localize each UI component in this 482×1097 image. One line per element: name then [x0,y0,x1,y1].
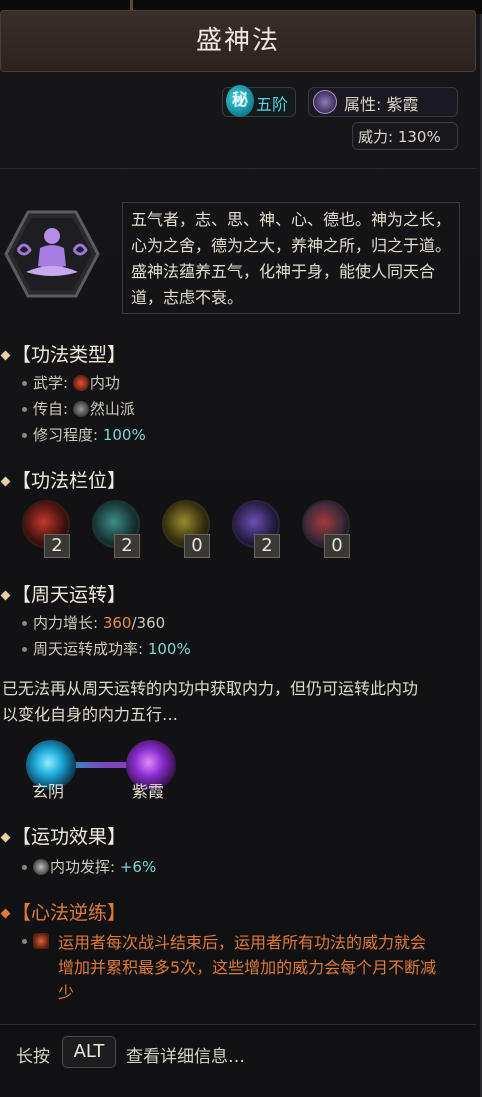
section-type-header: 【功法类型】 [0,340,126,367]
attribute-label: 属性: 紫霞 [344,95,419,114]
slot-gold[interactable]: 0 [162,500,212,558]
progress-row: 修习程度: 100% [22,424,146,445]
slot-mixed[interactable]: 0 [302,500,352,558]
reverse-bullet [22,932,50,950]
footer-suffix: 查看详细信息… [126,1047,245,1067]
power-label: 威力: 130% [358,128,441,146]
sect-mountain-icon [72,401,89,417]
divider [0,1024,476,1025]
reverse-training-icon [33,933,49,949]
footer-prefix: 长按 [16,1047,50,1067]
secret-tier-icon: 秘 [226,85,254,117]
diamond-icon [0,350,11,361]
slot-purple[interactable]: 2 [232,500,282,558]
tier-label: 五阶 [256,95,289,114]
growth-row: 内力增长: 360/360 [22,612,165,633]
diamond-icon [0,590,11,601]
section-effects-header: 【运功效果】 [0,822,126,849]
skill-title: 盛神法 [195,26,280,56]
slot-teal[interactable]: 2 [92,500,142,558]
reverse-description: 运用者每次战斗结束后，运用者所有功法的威力就会增加并累积最多5次，这些增加的威力… [58,933,437,1002]
purple-mist-icon [313,90,337,114]
divider [0,168,476,169]
circulation-notice: 已无法再从周天运转的内功中获取内力，但仍可运转此内功以变化自身的内力五行… [2,679,419,724]
inner-power-icon [33,859,49,875]
alt-key-hint: ALT [62,1036,116,1068]
meditation-skill-icon [4,210,100,298]
effect-row: 内功发挥: +6% [22,856,156,877]
skill-tooltip-panel: 盛神法 秘 五阶 属性: 紫霞 威力: 130% 五气者，志、思、神、心、德也。… [0,0,482,1097]
slot-red[interactable]: 2 [22,500,72,558]
section-reverse-header: 【心法逆练】 [0,898,126,925]
section-circulation-header: 【周天运转】 [0,580,126,607]
success-row: 周天运转成功率: 100% [22,638,191,659]
diamond-icon [0,832,11,843]
diamond-icon [0,476,11,487]
element-from-label: 玄阴 [32,782,65,801]
element-to-label: 紫霞 [132,782,165,801]
inner-art-icon [72,375,89,391]
skill-description: 五气者，志、思、神、心、德也。神为之长，心为之舍，德为之大，养神之所，归之于道。… [122,202,460,314]
diamond-icon [0,908,11,919]
section-slots-header: 【功法栏位】 [0,466,126,493]
origin-row: 传自: 然山派 [22,398,135,419]
martial-row: 武学: 内功 [22,372,120,393]
